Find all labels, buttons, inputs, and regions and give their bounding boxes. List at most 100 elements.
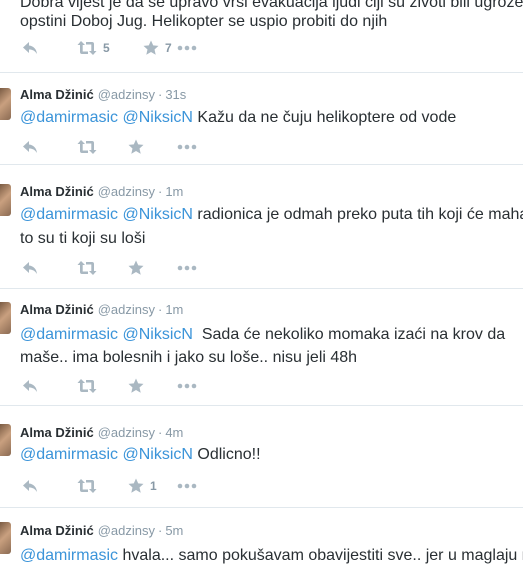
tweet-header: Alma Džinić @adzinsy · 31s bbox=[20, 87, 186, 102]
mention-link[interactable]: @NiksicN bbox=[122, 206, 192, 223]
user-handle[interactable]: @adzinsy bbox=[98, 425, 155, 440]
star-icon bbox=[128, 260, 144, 276]
star-icon bbox=[128, 139, 144, 155]
favorite-count: 7 bbox=[165, 41, 172, 55]
retweet-button[interactable] bbox=[77, 139, 97, 155]
reply-button[interactable] bbox=[22, 260, 38, 276]
reply-icon bbox=[22, 478, 38, 494]
tweet[interactable]: Alma Džinić @adzinsy · 5m @damirmasic hvala… bbox=[0, 508, 523, 588]
user-name[interactable]: Alma Džinić bbox=[20, 302, 94, 317]
reply-icon bbox=[22, 260, 38, 276]
tweet-header: Alma Džinić @adzinsy · 4m bbox=[20, 425, 183, 440]
tweet-text-line-2: to su ti koji su loši bbox=[20, 230, 146, 247]
avatar[interactable] bbox=[0, 302, 11, 334]
tweet-text: @damirmasic @NiksicN Kažu da ne čuju hel… bbox=[20, 107, 456, 129]
tweet[interactable]: Alma Džinić @adzinsy · 4m @damirmasic @Niks… bbox=[0, 406, 523, 508]
mention-link[interactable]: @damirmasic bbox=[20, 109, 118, 126]
user-name[interactable]: Alma Džinić bbox=[20, 523, 94, 538]
tweet-header: Alma Džinić @adzinsy · 1m bbox=[20, 302, 183, 317]
tweet-header: Alma Džinić @adzinsy · 5m bbox=[20, 523, 183, 538]
user-name[interactable]: Alma Džinić bbox=[20, 184, 94, 199]
separator-dot: · bbox=[157, 184, 163, 199]
more-button[interactable] bbox=[177, 45, 197, 51]
user-handle[interactable]: @adzinsy bbox=[98, 184, 155, 199]
more-button[interactable] bbox=[177, 383, 197, 389]
reply-button[interactable] bbox=[22, 378, 38, 394]
tweet-partial[interactable]: Dobra vijest je da se upravo vrši evakua… bbox=[0, 0, 523, 73]
tweet[interactable]: Alma Džinić @adzinsy · 1m @damirmasic @Niks… bbox=[0, 289, 523, 406]
tweet-time[interactable]: 4m bbox=[165, 425, 183, 440]
favorite-button[interactable]: 1 bbox=[128, 478, 157, 494]
mention-link[interactable]: @NiksicN bbox=[122, 109, 192, 126]
tweet-body: Odlicno!! bbox=[192, 446, 261, 463]
user-handle[interactable]: @adzinsy bbox=[98, 87, 155, 102]
mention-link[interactable]: @damirmasic bbox=[20, 547, 118, 564]
more-icon bbox=[177, 383, 197, 389]
tweet-text: @damirmasic @NiksicN radionica je odmah … bbox=[20, 204, 523, 226]
star-icon bbox=[128, 378, 144, 394]
mention-link[interactable]: @NiksicN bbox=[122, 446, 192, 463]
retweet-icon bbox=[77, 40, 97, 56]
separator-dot: · bbox=[157, 425, 163, 440]
tweet-time[interactable]: 5m bbox=[165, 523, 183, 538]
reply-button[interactable] bbox=[22, 478, 38, 494]
more-icon bbox=[177, 144, 197, 150]
retweet-button[interactable] bbox=[77, 260, 97, 276]
avatar[interactable] bbox=[0, 424, 11, 456]
tweet-text-line-2: maše.. ima bolesnih i jako su loše.. nis… bbox=[20, 349, 358, 366]
retweet-button[interactable] bbox=[77, 378, 97, 394]
tweet-time[interactable]: 31s bbox=[165, 87, 186, 102]
separator-dot: · bbox=[157, 523, 163, 538]
retweet-icon bbox=[77, 378, 97, 394]
reply-icon bbox=[22, 378, 38, 394]
user-handle[interactable]: @adzinsy bbox=[98, 523, 155, 538]
retweet-icon bbox=[77, 260, 97, 276]
mention-link[interactable]: @damirmasic bbox=[20, 326, 118, 343]
reply-icon bbox=[22, 40, 38, 56]
mention-link[interactable]: @damirmasic bbox=[20, 206, 118, 223]
avatar[interactable] bbox=[0, 184, 11, 216]
star-icon bbox=[143, 40, 159, 56]
tweet-body: hvala... samo pokušavam obavijestiti sve… bbox=[118, 547, 523, 564]
reply-button[interactable] bbox=[22, 40, 38, 56]
favorite-button[interactable] bbox=[128, 378, 144, 394]
favorite-count: 1 bbox=[150, 479, 157, 493]
tweet-body: radionica je odmah preko puta tih koji ć… bbox=[192, 206, 523, 223]
more-icon bbox=[177, 45, 197, 51]
tweet-body: Sada će nekoliko momaka izaći na krov da bbox=[192, 326, 506, 343]
tweet-text: @damirmasic @NiksicN Sada će nekoliko mo… bbox=[20, 324, 505, 346]
user-handle[interactable]: @adzinsy bbox=[98, 302, 155, 317]
user-name[interactable]: Alma Džinić bbox=[20, 87, 94, 102]
more-button[interactable] bbox=[177, 144, 197, 150]
reply-button[interactable] bbox=[22, 139, 38, 155]
reply-icon bbox=[22, 139, 38, 155]
separator-dot: · bbox=[157, 302, 163, 317]
more-icon bbox=[177, 265, 197, 271]
retweet-count: 5 bbox=[103, 41, 110, 55]
user-name[interactable]: Alma Džinić bbox=[20, 425, 94, 440]
retweet-button[interactable] bbox=[77, 478, 97, 494]
favorite-button[interactable]: 7 bbox=[143, 40, 172, 56]
tweet-time[interactable]: 1m bbox=[165, 184, 183, 199]
avatar[interactable] bbox=[0, 522, 11, 554]
tweet[interactable]: Alma Džinić @adzinsy · 1m @damirmasic @Niks… bbox=[0, 170, 523, 289]
avatar[interactable] bbox=[0, 88, 11, 120]
retweet-button[interactable]: 5 bbox=[77, 40, 110, 56]
retweet-icon bbox=[77, 478, 97, 494]
tweet-time[interactable]: 1m bbox=[165, 302, 183, 317]
mention-link[interactable]: @NiksicN bbox=[122, 326, 192, 343]
more-button[interactable] bbox=[177, 265, 197, 271]
separator-dot: · bbox=[157, 87, 163, 102]
star-icon bbox=[128, 478, 144, 494]
tweet-text: @damirmasic @NiksicN Odlicno!! bbox=[20, 444, 261, 466]
retweet-icon bbox=[77, 139, 97, 155]
favorite-button[interactable] bbox=[128, 139, 144, 155]
tweet[interactable]: Alma Džinić @adzinsy · 31s @damirmasic @Nik… bbox=[0, 73, 523, 165]
tweet-text: @damirmasic hvala... samo pokušavam obav… bbox=[20, 545, 523, 567]
mention-link[interactable]: @damirmasic bbox=[20, 446, 118, 463]
favorite-button[interactable] bbox=[128, 260, 144, 276]
more-button[interactable] bbox=[177, 483, 197, 489]
tweet-text-line-2: opstini Doboj Jug. Helikopter se uspio p… bbox=[20, 13, 388, 30]
more-icon bbox=[177, 483, 197, 489]
tweet-body: Kažu da ne čuju helikoptere od vode bbox=[192, 109, 457, 126]
